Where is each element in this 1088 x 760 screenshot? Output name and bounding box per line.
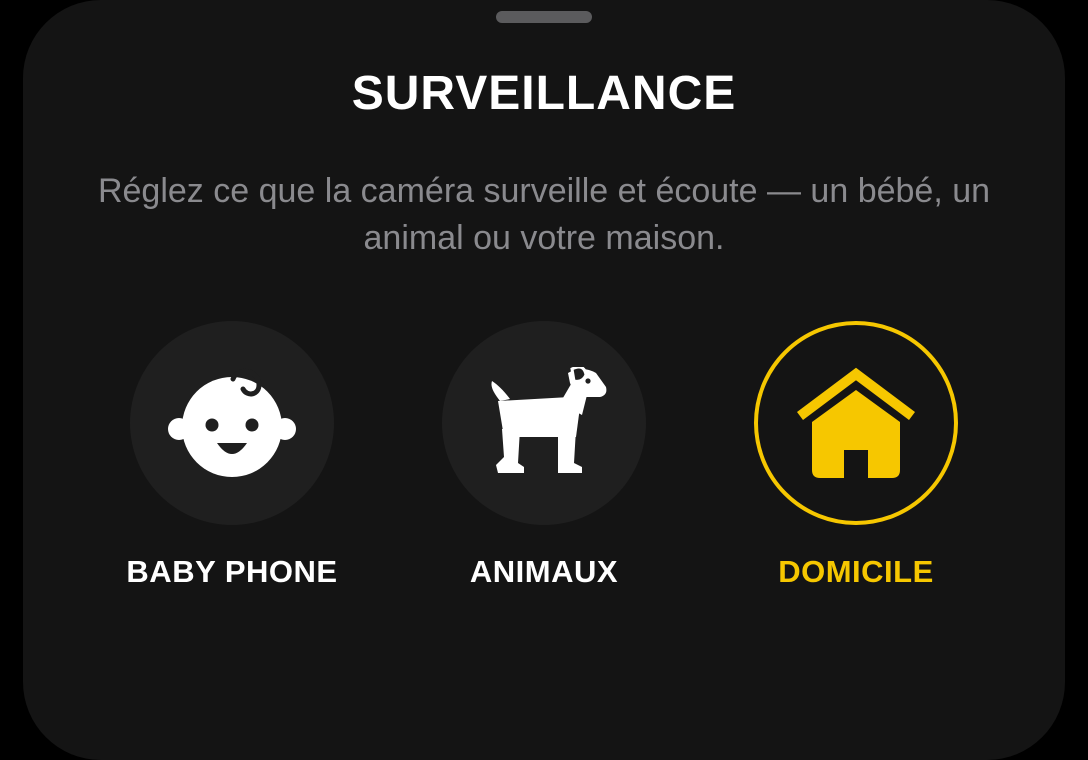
sheet-grabber-handle[interactable] [496,11,592,23]
mode-label-baby-phone: BABY PHONE [126,554,338,589]
mode-button-animaux[interactable] [442,321,646,525]
house-icon [797,367,915,478]
mode-button-baby-phone[interactable] [130,321,334,525]
mode-label-animaux: ANIMAUX [469,554,619,589]
mode-label-domicile: DOMICILE [778,554,934,589]
dog-icon [491,367,607,473]
mode-button-domicile[interactable] [754,321,958,525]
page-description: Réglez ce que la caméra surveille et éco… [97,172,991,257]
baby-face-icon [168,368,296,477]
page-title: SURVEILLANCE [351,67,737,120]
